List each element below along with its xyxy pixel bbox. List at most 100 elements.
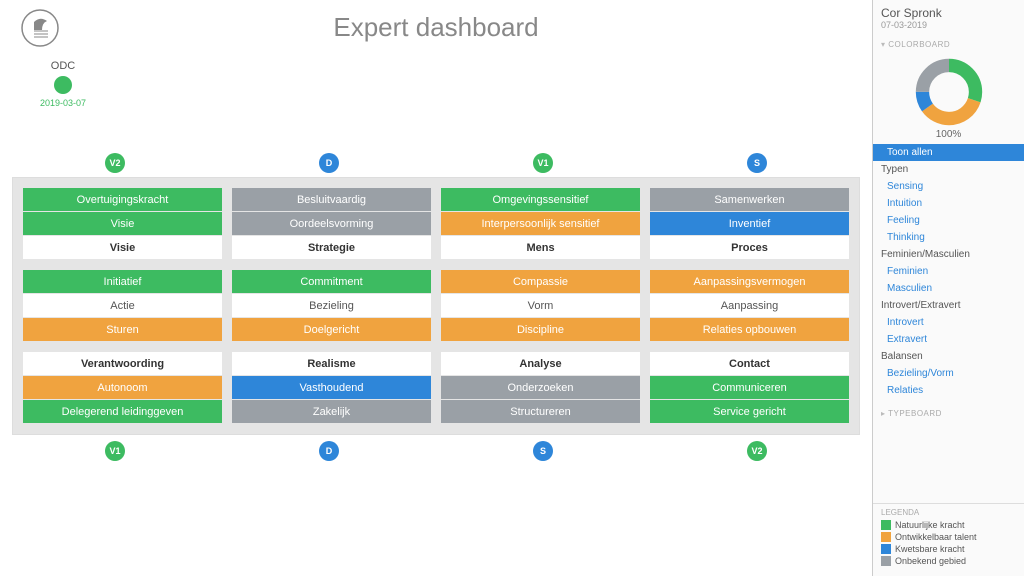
legend-label: Ontwikkelbaar talent [895,532,977,542]
competency-bar[interactable]: Besluitvaardig [232,188,431,212]
competency-section: RealismeVasthoudendZakelijk [232,352,431,424]
filter-item[interactable]: Masculien [873,280,1024,297]
odc-selector[interactable]: ODC 2019-03-07 [40,60,86,108]
competency-section: AanpassingsvermogenAanpassingRelaties op… [650,270,849,342]
competency-bar[interactable]: Communiceren [650,376,849,400]
competency-bar[interactable]: Proces [650,236,849,260]
competency-section: AnalyseOnderzoekenStructureren [441,352,640,424]
filter-item[interactable]: Relaties [873,382,1024,399]
filter-item[interactable]: Bezieling/Vorm [873,365,1024,382]
column-badge: D [319,153,339,173]
legend-label: Onbekend gebied [895,556,966,566]
competency-section: VerantwoordingAutonoomDelegerend leiding… [23,352,222,424]
competency-bar[interactable]: Discipline [441,318,640,342]
competency-bar[interactable]: Omgevingssensitief [441,188,640,212]
competency-bar[interactable]: Contact [650,352,849,376]
competency-bar[interactable]: Interpersoonlijk sensitief [441,212,640,236]
legend-swatch [881,556,891,566]
sidebar: Cor Spronk 07-03-2019 Colorboard 100% To… [872,0,1024,576]
competency-bar[interactable]: Inventief [650,212,849,236]
competency-bar[interactable]: Visie [23,212,222,236]
competency-bar[interactable]: Overtuigingskracht [23,188,222,212]
competency-grid: OvertuigingskrachtVisieVisieBesluitvaard… [12,177,860,435]
competency-section: InitiatiefActieSturen [23,270,222,342]
column-badge: V2 [747,441,767,461]
legend-row: Ontwikkelbaar talent [881,532,1016,542]
competency-bar[interactable]: Aanpassingsvermogen [650,270,849,294]
legend-swatch [881,544,891,554]
competency-section: ContactCommunicerenService gericht [650,352,849,424]
legend-title: Legenda [881,508,1016,517]
column-badge: V1 [105,441,125,461]
filter-group-header: Feminien/Masculien [873,246,1024,263]
colorboard-donut-chart [914,57,984,127]
odc-label: ODC [40,60,86,72]
competency-bar[interactable]: Visie [23,236,222,260]
bottom-badge-row: V1 D S V2 [14,441,858,461]
competency-bar[interactable]: Onderzoeken [441,376,640,400]
column-badge: V1 [533,153,553,173]
column-badge: V2 [105,153,125,173]
top-badge-row: V2 D V1 S [14,153,858,173]
competency-bar[interactable]: Compassie [441,270,640,294]
competency-bar[interactable]: Vorm [441,294,640,318]
competency-section: BesluitvaardigOordeelsvormingStrategie [232,188,431,260]
user-name: Cor Spronk [881,6,1016,20]
typeboard-toggle[interactable]: Typeboard [873,405,1024,422]
competency-bar[interactable]: Analyse [441,352,640,376]
competency-bar[interactable]: Delegerend leidinggeven [23,400,222,424]
report-date: 07-03-2019 [881,20,1016,30]
competency-bar[interactable]: Initiatief [23,270,222,294]
competency-bar[interactable]: Verantwoording [23,352,222,376]
odc-date: 2019-03-07 [40,98,86,108]
legend: Legenda Natuurlijke kracht Ontwikkelbaar … [873,503,1024,576]
competency-bar[interactable]: Actie [23,294,222,318]
competency-bar[interactable]: Aanpassing [650,294,849,318]
competency-bar[interactable]: Autonoom [23,376,222,400]
competency-bar[interactable]: Oordeelsvorming [232,212,431,236]
competency-bar[interactable]: Vasthoudend [232,376,431,400]
competency-bar[interactable]: Service gericht [650,400,849,424]
competency-bar[interactable]: Doelgericht [232,318,431,342]
competency-bar[interactable]: Realisme [232,352,431,376]
legend-label: Kwetsbare kracht [895,544,965,554]
filter-group-header: Balansen [873,348,1024,365]
filter-item[interactable]: Sensing [873,178,1024,195]
competency-bar[interactable]: Bezieling [232,294,431,318]
legend-row: Natuurlijke kracht [881,520,1016,530]
filter-group-header: Typen [873,161,1024,178]
competency-bar[interactable]: Relaties opbouwen [650,318,849,342]
filter-item[interactable]: Introvert [873,314,1024,331]
competency-section: OmgevingssensitiefInterpersoonlijk sensi… [441,188,640,260]
brand-logo [20,8,60,48]
chart-percent: 100% [936,129,962,140]
competency-bar[interactable]: Mens [441,236,640,260]
filter-item[interactable]: Intuition [873,195,1024,212]
filter-toon-allen[interactable]: Toon allen [873,144,1024,161]
filter-item[interactable]: Feeling [873,212,1024,229]
column-badge: S [533,441,553,461]
competency-section: OvertuigingskrachtVisieVisie [23,188,222,260]
competency-bar[interactable]: Structureren [441,400,640,424]
legend-row: Kwetsbare kracht [881,544,1016,554]
filter-group-header: Introvert/Extravert [873,297,1024,314]
filter-list: Toon allenTypenSensingIntuitionFeelingTh… [873,144,1024,405]
column-badge: D [319,441,339,461]
competency-bar[interactable]: Sturen [23,318,222,342]
legend-label: Natuurlijke kracht [895,520,965,530]
legend-swatch [881,520,891,530]
legend-swatch [881,532,891,542]
filter-item[interactable]: Thinking [873,229,1024,246]
colorboard-toggle[interactable]: Colorboard [873,36,1024,53]
column-badge: S [747,153,767,173]
competency-bar[interactable]: Commitment [232,270,431,294]
filter-item[interactable]: Extravert [873,331,1024,348]
legend-row: Onbekend gebied [881,556,1016,566]
competency-bar[interactable]: Strategie [232,236,431,260]
competency-section: CommitmentBezielingDoelgericht [232,270,431,342]
competency-bar[interactable]: Samenwerken [650,188,849,212]
competency-section: CompassieVormDiscipline [441,270,640,342]
filter-item[interactable]: Feminien [873,263,1024,280]
competency-section: SamenwerkenInventiefProces [650,188,849,260]
competency-bar[interactable]: Zakelijk [232,400,431,424]
